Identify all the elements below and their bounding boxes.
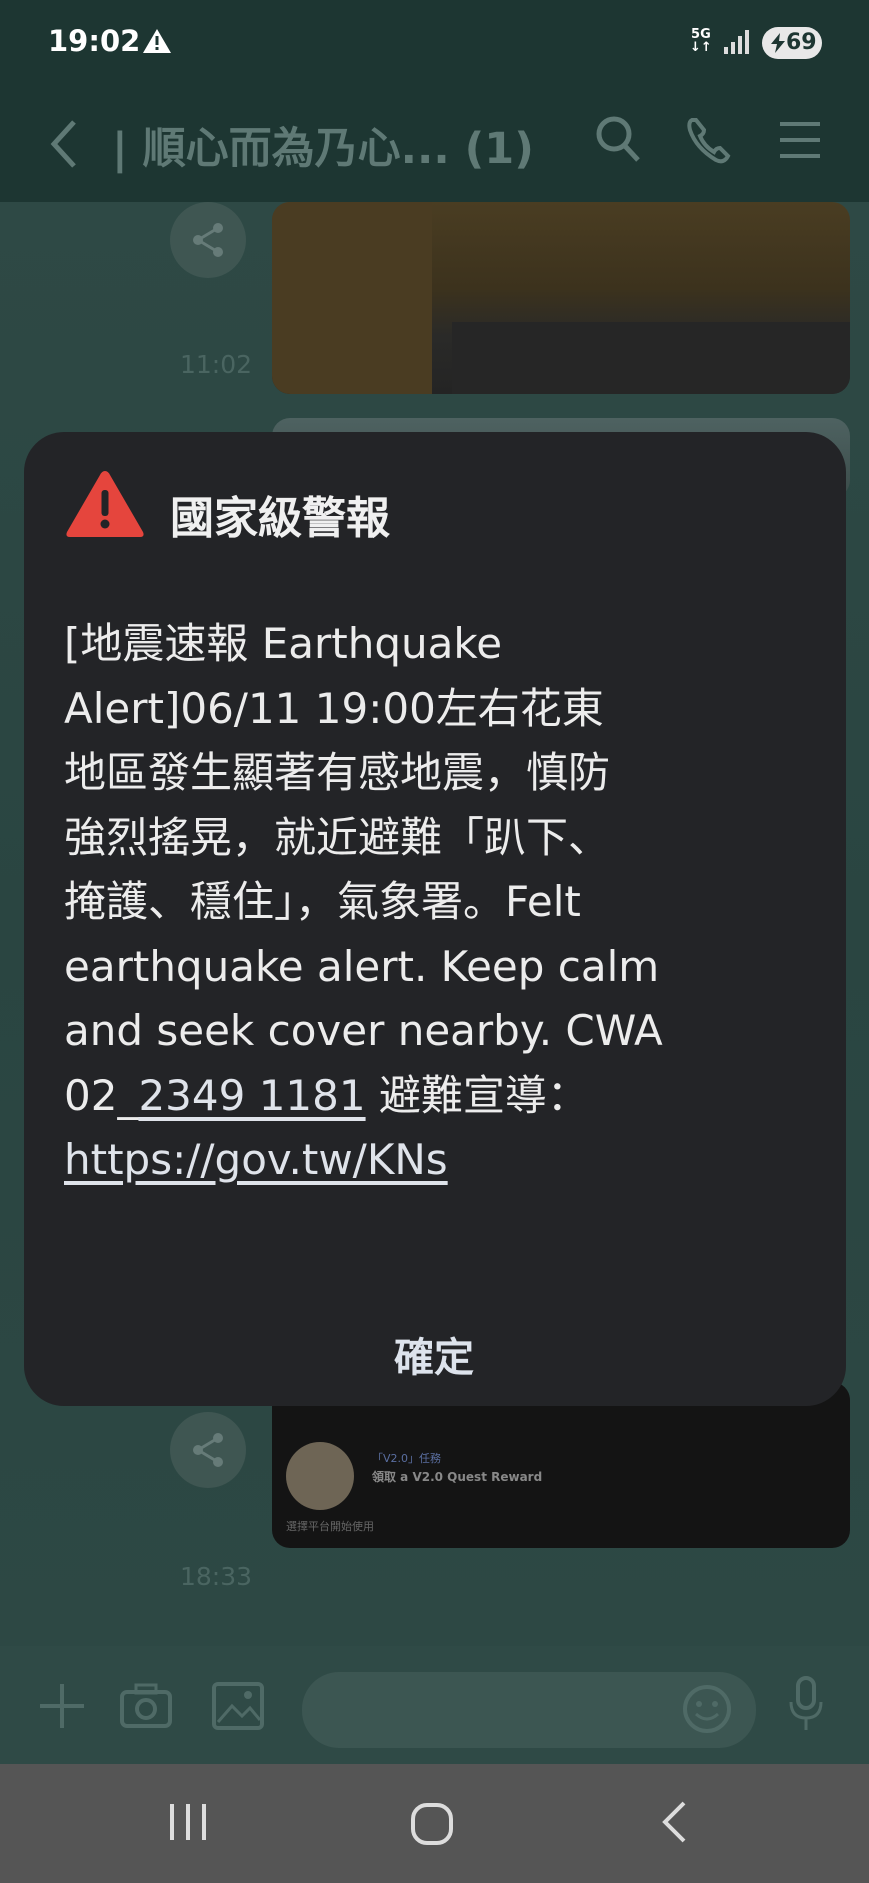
nav-back-icon[interactable]: [660, 1800, 688, 1848]
card-footer: 選擇平台開始使用: [286, 1520, 374, 1533]
recent-apps-icon[interactable]: [168, 1802, 208, 1846]
share-icon: [193, 1433, 223, 1467]
emoji-icon[interactable]: [682, 1684, 732, 1738]
plus-icon[interactable]: [38, 1682, 86, 1734]
warning-icon: [142, 28, 172, 58]
alert-message: [地震速報 Earthquake Alert]06/11 19:00左右花東 地…: [64, 612, 784, 1193]
avatar: [286, 1442, 354, 1510]
phone-number-link[interactable]: 2349 1181: [138, 1071, 365, 1120]
image-icon[interactable]: [212, 1682, 264, 1734]
signal-icon: [724, 30, 750, 58]
alert-title: 國家級警報: [170, 493, 390, 544]
card-reward: 領取 a V2.0 Quest Reward: [372, 1470, 543, 1484]
phone-call-icon[interactable]: [684, 114, 732, 170]
confirm-button[interactable]: 確定: [334, 1318, 534, 1390]
emergency-alert-dialog: 國家級警報 [地震速報 Earthquake Alert]06/11 19:00…: [24, 432, 846, 1406]
back-arrow-icon[interactable]: [46, 116, 80, 176]
url-link[interactable]: https://gov.tw/KNs: [64, 1135, 448, 1184]
camera-icon[interactable]: [120, 1682, 172, 1734]
message-time: 18:33: [180, 1562, 253, 1591]
alert-line: 強烈搖晃，就近避難「趴下、: [64, 812, 611, 862]
message-time: 11:02: [180, 350, 253, 379]
share-button[interactable]: [170, 1412, 246, 1488]
battery-indicator: 69: [762, 27, 822, 59]
status-time: 19:02: [48, 24, 141, 58]
phone-suffix: 避難宣導：: [365, 1070, 589, 1120]
status-bar: 19:02 5G ↓↑ 69: [0, 0, 869, 90]
share-icon: [193, 223, 223, 257]
image-message[interactable]: 「V2.0」任務 領取 a V2.0 Quest Reward 選擇平台開始使用: [272, 1382, 850, 1548]
alert-line: earthquake alert. Keep calm: [64, 941, 660, 991]
input-bar: [0, 1646, 869, 1764]
alert-line: [地震速報 Earthquake: [64, 619, 503, 668]
chat-title[interactable]: | 順心而為乃心... (1): [112, 114, 534, 176]
alert-line: 掩護、穩住」，氣象署。Felt: [64, 877, 581, 926]
alert-line: and seek cover nearby. CWA: [64, 1006, 663, 1055]
phone-prefix: 02_: [64, 1070, 139, 1120]
alert-line: 地區發生顯著有感地震，慎防: [64, 748, 611, 797]
alert-line: Alert]06/11 19:00左右花東: [64, 683, 604, 733]
system-navigation-bar: [0, 1764, 869, 1883]
share-button[interactable]: [170, 202, 246, 278]
alert-warning-icon: [64, 468, 146, 544]
search-icon[interactable]: [594, 114, 642, 170]
alert-phone-line: 02_2349 1181 避難宣導：: [64, 1064, 784, 1129]
battery-level: 69: [786, 30, 817, 55]
microphone-icon[interactable]: [788, 1676, 824, 1736]
network-5g-label: 5G ↓↑: [690, 27, 712, 55]
home-icon[interactable]: [410, 1802, 454, 1850]
chat-header: | 順心而為乃心... (1): [0, 90, 869, 202]
image-message[interactable]: [272, 202, 850, 394]
card-tag: 「V2.0」任務: [372, 1452, 442, 1465]
charging-icon: [771, 33, 785, 53]
menu-icon[interactable]: [780, 120, 820, 164]
